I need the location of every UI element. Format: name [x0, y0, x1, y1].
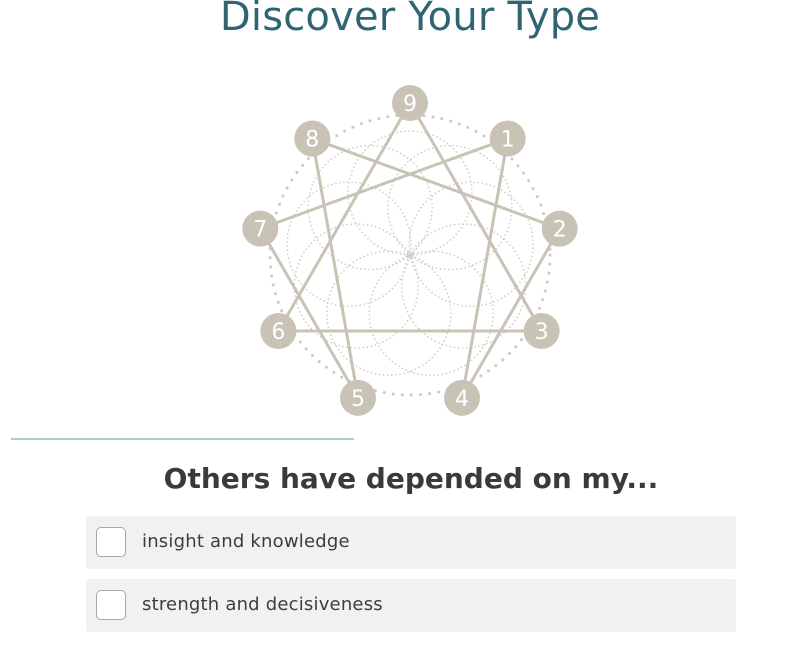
enneagram-node-label: 6	[271, 320, 285, 345]
answer-label-1: insight and knowledge	[142, 531, 350, 552]
enneagram-node-4: 4	[443, 379, 480, 416]
flower-dotted-circle	[400, 223, 527, 349]
flower-dotted-circle	[387, 144, 513, 271]
enneagram-node-3: 3	[523, 313, 560, 349]
enneagram-node-6: 6	[260, 313, 297, 349]
enneagram-node-2: 2	[541, 210, 578, 247]
enneagram-diagram: 9 1 2 3 4 5 6 7 8	[230, 80, 590, 420]
answer-checkbox-1[interactable]	[96, 527, 126, 557]
enneagram-node-9: 9	[392, 85, 428, 121]
flower-dotted-circle	[307, 144, 433, 271]
decorative-dot-pattern	[268, 113, 552, 397]
answer-option-2[interactable]: strength and decisiveness	[86, 579, 736, 632]
answer-checkbox-2[interactable]	[96, 590, 126, 620]
flower-dotted-circle	[368, 250, 495, 377]
enneagram-line-7-1	[259, 137, 509, 231]
enneagram-svg: 9 1 2 3 4 5 6 7 8	[242, 85, 578, 416]
answer-label-2: strength and decisiveness	[142, 594, 383, 615]
flower-dotted-circle	[325, 250, 452, 377]
enneagram-node-label: 1	[501, 128, 515, 153]
flower-dotted-circle	[286, 181, 412, 308]
flower-dotted-circle	[293, 223, 420, 349]
page-title: Discover Your Type	[219, 0, 601, 40]
enneagram-node-8: 8	[294, 120, 331, 157]
question-text: Others have depended on my...	[163, 462, 659, 495]
enneagram-line-2-8	[311, 137, 561, 231]
quiz-page: Discover Your Type 9 1 2 3 4 5 6 7 8 Others have…	[0, 0, 792, 651]
enneagram-node-label: 3	[535, 320, 549, 345]
enneagram-node-label: 7	[253, 218, 267, 243]
progress-bar	[11, 438, 354, 440]
enneagram-node-label: 4	[455, 387, 469, 412]
enneagram-node-1: 1	[489, 120, 526, 157]
enneagram-node-label: 8	[305, 128, 319, 153]
enneagram-node-5: 5	[340, 379, 377, 416]
enneagram-node-7: 7	[242, 210, 279, 247]
enneagram-node-label: 2	[553, 218, 567, 243]
enneagram-node-label: 9	[403, 92, 417, 117]
enneagram-node-label: 5	[351, 387, 365, 412]
answer-option-1[interactable]: insight and knowledge	[86, 516, 736, 569]
